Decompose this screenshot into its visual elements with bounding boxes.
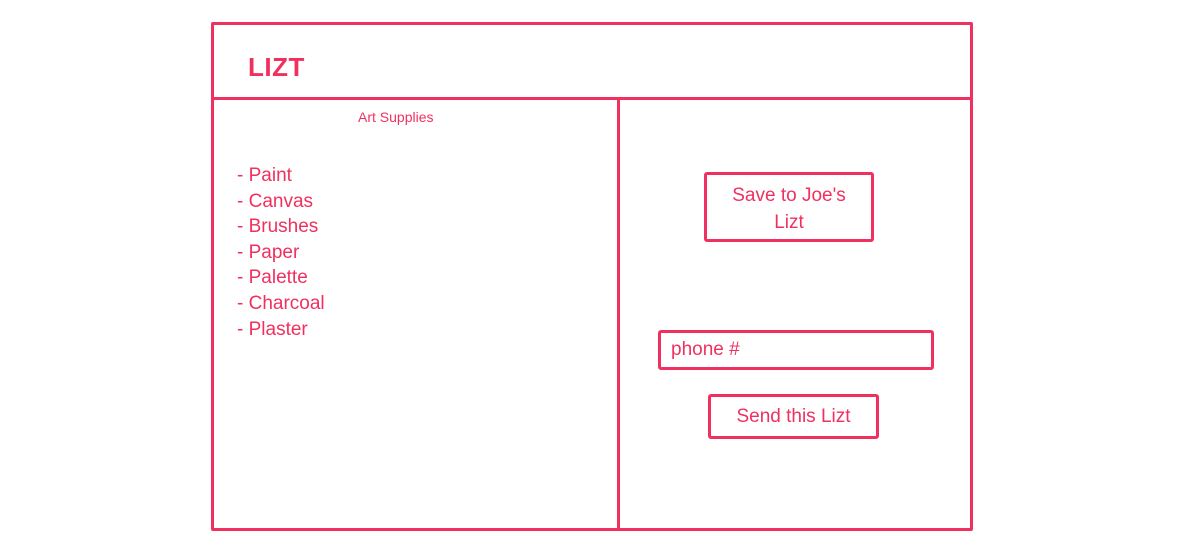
list-item: Canvas	[237, 189, 325, 215]
list-item: Paper	[237, 240, 325, 266]
header-bar: LIZT	[214, 25, 970, 100]
panel-divider	[617, 98, 620, 531]
app-window: LIZT Art Supplies Paint Canvas Brushes P…	[211, 22, 973, 531]
phone-number-input[interactable]	[658, 330, 934, 370]
list-item: Charcoal	[237, 291, 325, 317]
send-list-button[interactable]: Send this Lizt	[708, 394, 879, 439]
list-item: Paint	[237, 163, 325, 189]
list-item: Palette	[237, 265, 325, 291]
item-list: Paint Canvas Brushes Paper Palette Charc…	[237, 163, 325, 342]
list-item: Brushes	[237, 214, 325, 240]
app-logo: LIZT	[248, 52, 305, 82]
list-item: Plaster	[237, 317, 325, 343]
list-title: Art Supplies	[358, 109, 434, 125]
save-list-button[interactable]: Save to Joe's Lizt	[704, 172, 874, 242]
